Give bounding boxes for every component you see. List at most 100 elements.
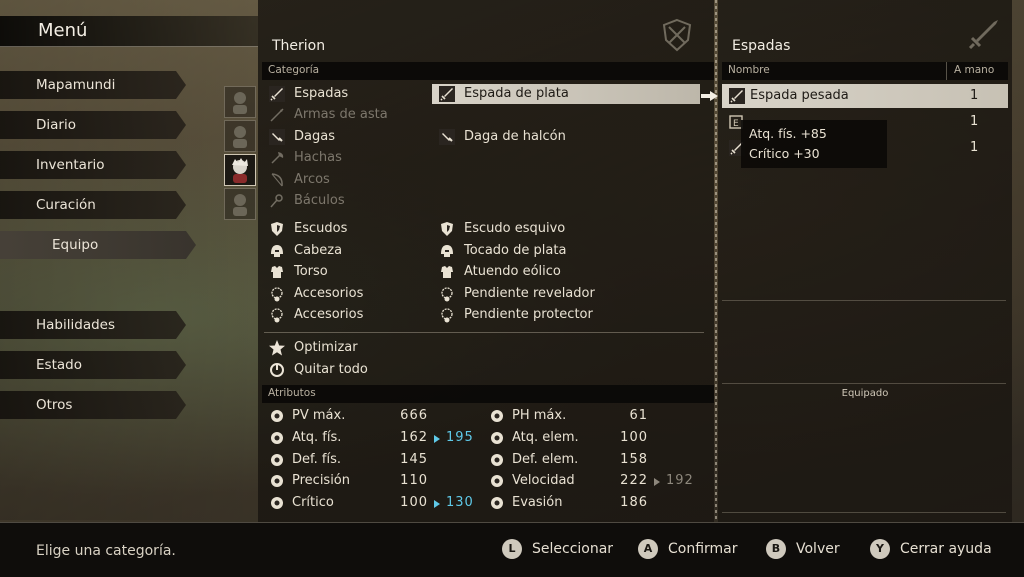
elem-defense-icon	[488, 451, 506, 473]
category-helmet[interactable]: Cabeza	[268, 241, 428, 261]
menu-item-curacion[interactable]: Curación	[0, 191, 186, 219]
category-bow[interactable]: Arcos	[268, 170, 428, 190]
category-dagger[interactable]: Dagas	[268, 127, 428, 147]
equipped-item[interactable]: Daga de halcón	[438, 127, 698, 147]
party-portrait[interactable]	[224, 120, 256, 152]
necklace-icon	[438, 306, 456, 324]
svg-text:E: E	[733, 119, 739, 129]
menu-item-label: Curación	[36, 197, 96, 213]
column-count: A mano	[954, 64, 995, 76]
menu-item-mapamundi[interactable]: Mapamundi	[0, 71, 186, 99]
attribute-new-value: 192	[666, 473, 694, 488]
remove-all-label: Quitar todo	[294, 362, 368, 377]
remove-all-icon	[268, 361, 286, 379]
divider	[722, 512, 1006, 513]
menu-item-estado[interactable]: Estado	[0, 351, 186, 379]
item-stats-tooltip: Atq. fís. +85 Crítico +30	[741, 120, 887, 168]
menu-item-equipo[interactable]: Equipo	[0, 231, 196, 259]
character-silhouette-icon	[233, 194, 247, 216]
critical-icon	[268, 494, 286, 516]
category-sword[interactable]: Espadas	[268, 84, 428, 104]
weapon-name: Espada pesada	[750, 88, 849, 103]
menu-item-label: Habilidades	[36, 317, 115, 333]
star-icon	[268, 339, 286, 357]
attribute-name: Def. elem.	[512, 452, 579, 467]
stat-increase-icon	[434, 500, 440, 508]
attribute-name: Atq. elem.	[512, 430, 579, 445]
weapon-list-panel: Espadas Nombre A mano Espada pesada 1 E …	[718, 0, 1012, 522]
party-portrait-selected[interactable]	[224, 154, 256, 186]
bow-icon	[268, 171, 286, 189]
menu-item-diario[interactable]: Diario	[0, 111, 186, 139]
attribute-name: Atq. fís.	[292, 430, 342, 445]
weapon-row-selected[interactable]: Espada pesada 1	[722, 84, 1008, 108]
target-icon	[268, 472, 286, 494]
button-label: Volver	[796, 541, 840, 557]
main-menu: Menú Mapamundi Diario Inventario Curació…	[0, 0, 258, 520]
tooltip-line: Atq. fís. +85	[749, 126, 827, 141]
menu-item-habilidades[interactable]: Habilidades	[0, 311, 186, 339]
shield-icon	[438, 220, 456, 238]
weapon-count: 1	[970, 88, 979, 103]
attribute-value: 186	[620, 495, 648, 510]
attribute-value: 162	[400, 430, 428, 445]
equipped-item[interactable]: Pendiente protector	[438, 305, 698, 325]
tooltip-line: Crítico +30	[749, 146, 820, 161]
equipped-item[interactable]: Atuendo eólico	[438, 262, 698, 282]
menu-item-inventario[interactable]: Inventario	[0, 151, 186, 179]
category-necklace[interactable]: Accesorios	[268, 305, 428, 325]
divider	[264, 332, 704, 333]
attribute-value: 145	[400, 452, 428, 467]
divider	[722, 300, 1006, 301]
category-spear[interactable]: Armas de asta	[268, 105, 428, 125]
category-shield[interactable]: Escudos	[268, 219, 428, 239]
category-label: Accesorios	[294, 286, 364, 301]
category-staff[interactable]: Báculos	[268, 191, 428, 211]
weapon-list-title: Espadas	[732, 38, 791, 54]
optimize-button[interactable]: Optimizar	[268, 338, 468, 358]
equipped-item-selected[interactable]: Espada de plata	[438, 84, 698, 104]
attribute-value: 158	[620, 452, 648, 467]
equipped-item[interactable]: Escudo esquivo	[438, 219, 698, 239]
evasion-icon	[488, 494, 506, 516]
category-axe[interactable]: Hachas	[268, 148, 428, 168]
footer-bar: Elige una categoría. L Seleccionar A Con…	[0, 522, 1024, 577]
menu-item-label: Mapamundi	[36, 77, 116, 93]
equipped-item[interactable]: Tocado de plata	[438, 241, 698, 261]
category-label: Accesorios	[294, 307, 364, 322]
equipped-item-label: Atuendo eólico	[464, 264, 561, 279]
attributes-header: Atributos	[262, 385, 714, 403]
category-necklace[interactable]: Accesorios	[268, 284, 428, 304]
category-armor[interactable]: Torso	[268, 262, 428, 282]
party-portrait[interactable]	[224, 86, 256, 118]
attribute-value: 100	[400, 495, 428, 510]
pointer-hand-icon	[700, 88, 720, 104]
menu-item-label: Otros	[36, 397, 73, 413]
attribute-value: 222	[620, 473, 648, 488]
equipped-item[interactable]: Pendiente revelador	[438, 284, 698, 304]
flask-icon	[488, 407, 506, 429]
equipped-item-label: Daga de halcón	[464, 129, 566, 144]
menu-item-label: Inventario	[36, 157, 105, 173]
menu-item-otros[interactable]: Otros	[0, 391, 186, 419]
dagger-icon	[268, 128, 286, 146]
necklace-icon	[438, 285, 456, 303]
button-a-icon: A	[638, 539, 658, 559]
helmet-icon	[268, 242, 286, 260]
attribute-name: Precisión	[292, 473, 351, 488]
column-name: Nombre	[728, 64, 770, 76]
character-silhouette-icon	[233, 126, 247, 148]
equipped-label: Equipado	[841, 388, 889, 399]
category-label: Báculos	[294, 193, 345, 208]
dagger-icon	[438, 128, 456, 146]
button-b-icon: B	[766, 539, 786, 559]
equipment-emblem-icon	[658, 16, 696, 54]
attribute-name: PV máx.	[292, 408, 346, 423]
party-portrait[interactable]	[224, 188, 256, 220]
remove-all-button[interactable]: Quitar todo	[268, 360, 468, 380]
defense-icon	[268, 451, 286, 473]
necklace-icon	[268, 285, 286, 303]
equipped-item-label: Escudo esquivo	[464, 221, 566, 236]
attribute-value: 666	[400, 408, 428, 423]
heart-icon	[268, 407, 286, 429]
